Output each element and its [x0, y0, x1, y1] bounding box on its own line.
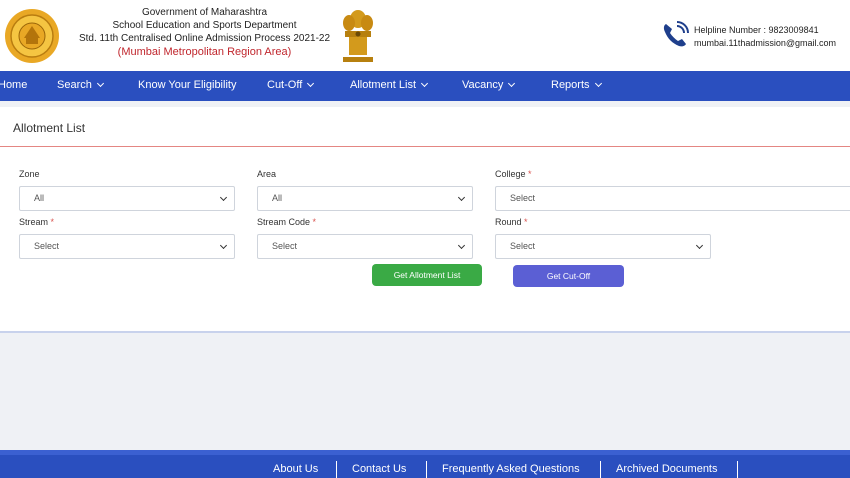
footer-separator: [600, 461, 601, 478]
chevron-down-icon: [219, 193, 228, 202]
government-title: Government of Maharashtra School Educati…: [62, 6, 347, 59]
footer-separator: [336, 461, 337, 478]
college-label: College *: [495, 169, 532, 179]
nav-search[interactable]: Search: [57, 79, 104, 91]
footer-separator: [426, 461, 427, 478]
nav-vacancy-label: Vacancy: [462, 79, 504, 91]
area-select[interactable]: All: [257, 186, 473, 211]
stream-code-label: Stream Code *: [257, 217, 316, 227]
chevron-down-icon: [594, 79, 602, 88]
chevron-down-icon: [420, 79, 429, 88]
allotment-card: Allotment List Zone All Area All College…: [0, 107, 850, 333]
nav-vacancy[interactable]: Vacancy: [462, 79, 516, 91]
round-select[interactable]: Select: [495, 234, 711, 259]
chevron-down-icon: [695, 241, 704, 250]
chevron-down-icon: [307, 79, 315, 88]
college-label-text: College: [495, 169, 526, 179]
nav-allotment-list[interactable]: Allotment List: [350, 79, 429, 91]
college-select-value: Select: [510, 193, 536, 203]
helpline-number: Helpline Number : 9823009841: [694, 25, 819, 35]
gov-line-3: Std. 11th Centralised Online Admission P…: [78, 33, 331, 44]
zone-select[interactable]: All: [19, 186, 235, 211]
required-mark: *: [50, 217, 55, 227]
nav-reports[interactable]: Reports: [551, 79, 602, 91]
college-select[interactable]: Select: [495, 186, 850, 211]
stream-select-value: Select: [34, 241, 60, 251]
nav-allotment-label: Allotment List: [350, 79, 417, 91]
round-label: Round *: [495, 217, 528, 227]
chevron-down-icon: [457, 241, 466, 250]
nav-home[interactable]: Home: [0, 79, 27, 91]
footer-faq-link[interactable]: Frequently Asked Questions: [442, 463, 580, 475]
national-emblem-icon: [343, 10, 373, 62]
helpline-info: Helpline Number : 9823009841 mumbai.11th…: [694, 24, 836, 50]
stream-code-label-text: Stream Code: [257, 217, 311, 227]
phone-icon: [663, 21, 689, 47]
area-label-text: Area: [257, 169, 277, 179]
get-allotment-list-button[interactable]: Get Allotment List: [372, 264, 482, 286]
stream-select[interactable]: Select: [19, 234, 235, 259]
stream-code-select[interactable]: Select: [257, 234, 473, 259]
footer-about-link[interactable]: About Us: [273, 463, 318, 475]
main-navigation: Home Search Know Your Eligibility Cut-Of…: [0, 71, 850, 101]
zone-select-value: All: [34, 193, 45, 203]
nav-cutoff[interactable]: Cut-Off: [267, 79, 315, 91]
stream-label: Stream *: [19, 217, 54, 227]
nav-cutoff-label: Cut-Off: [267, 79, 303, 91]
required-mark: *: [528, 169, 532, 179]
stream-code-select-value: Select: [272, 241, 298, 251]
title-divider: [0, 146, 850, 147]
chevron-down-icon: [457, 193, 466, 202]
page-title: Allotment List: [13, 121, 86, 135]
chevron-down-icon: [96, 79, 104, 88]
footer-contact-link[interactable]: Contact Us: [352, 463, 406, 475]
nav-eligibility[interactable]: Know Your Eligibility: [138, 79, 236, 91]
stream-label-text: Stream: [19, 217, 49, 227]
zone-label-text: Zone: [19, 169, 40, 179]
gov-line-1: Government of Maharashtra: [141, 7, 268, 18]
maharashtra-seal-icon: [5, 9, 59, 63]
region-name: (Mumbai Metropolitan Region Area): [117, 46, 292, 58]
get-cutoff-button[interactable]: Get Cut-Off: [513, 265, 624, 287]
footer-separator: [737, 461, 738, 478]
footer-stripe: [0, 450, 850, 455]
site-header: Government of Maharashtra School Educati…: [0, 0, 850, 71]
chevron-down-icon: [508, 79, 516, 88]
gov-line-2: School Education and Sports Department: [112, 20, 297, 31]
round-label-text: Round: [495, 217, 522, 227]
footer-archived-link[interactable]: Archived Documents: [616, 463, 718, 475]
site-footer: About Us Contact Us Frequently Asked Que…: [0, 450, 850, 478]
zone-label: Zone: [19, 169, 40, 179]
nav-search-label: Search: [57, 79, 92, 91]
helpline-email[interactable]: mumbai.11thadmission@gmail.com: [694, 37, 836, 50]
area-label: Area: [257, 169, 276, 179]
required-mark: *: [524, 217, 528, 227]
nav-reports-label: Reports: [551, 79, 590, 91]
required-mark: *: [312, 217, 317, 227]
round-select-value: Select: [510, 241, 536, 251]
area-select-value: All: [272, 193, 283, 203]
chevron-down-icon: [219, 241, 228, 250]
